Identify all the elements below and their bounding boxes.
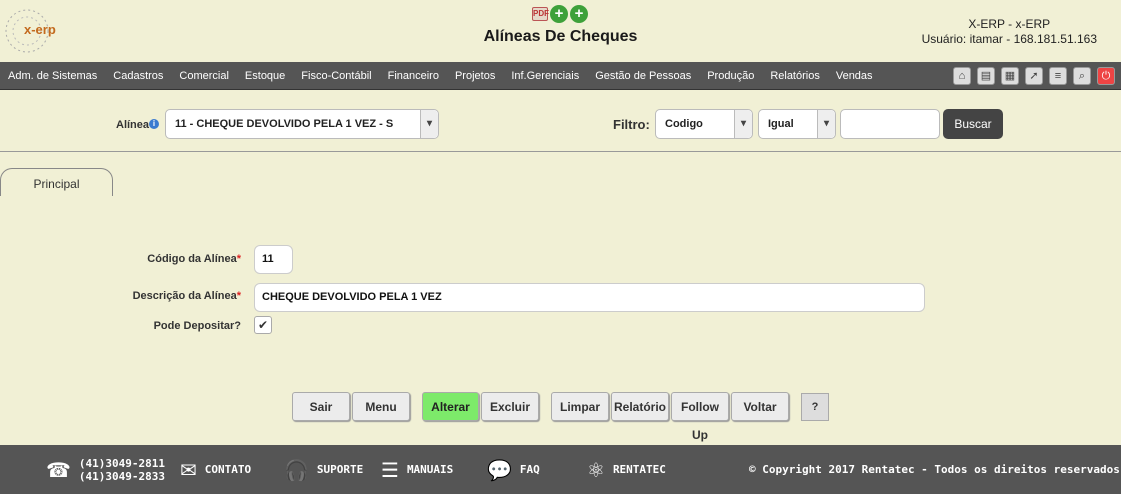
pode-depositar-checkbox[interactable]: ✔ xyxy=(254,316,272,334)
info-icon[interactable]: i xyxy=(149,119,160,129)
chevron-down-icon: ▾ xyxy=(817,110,835,138)
menu-item-estoque[interactable]: Estoque xyxy=(237,70,293,82)
filter-bar: Alínea i 11 - CHEQUE DEVOLVIDO PELA 1 VEZ… xyxy=(0,90,1121,152)
rentatec-label: RENTATEC xyxy=(612,463,666,476)
add-icon[interactable]: + xyxy=(570,5,588,23)
add-icon[interactable]: + xyxy=(550,5,568,23)
menu-item-inf-gerenciais[interactable]: Inf.Gerenciais xyxy=(503,70,587,82)
footer-contato[interactable]: ✉ CONTATO xyxy=(180,445,251,494)
alinea-select[interactable]: 11 - CHEQUE DEVOLVIDO PELA 1 VEZ - S ▾ xyxy=(165,109,439,139)
save-icon[interactable]: ▤ xyxy=(977,67,995,85)
limpar-button[interactable]: Limpar xyxy=(551,392,609,421)
export-icon[interactable]: ➚ xyxy=(1025,67,1043,85)
menu-item-financeiro[interactable]: Financeiro xyxy=(380,70,447,82)
pdf-icon[interactable]: PDF xyxy=(532,7,549,21)
system-name: X-ERP - x-ERP xyxy=(968,17,1051,31)
buscar-button[interactable]: Buscar xyxy=(943,109,1003,139)
voltar-button[interactable]: Voltar xyxy=(731,392,789,421)
headset-icon: 🎧 xyxy=(284,457,309,482)
phone-1: (41)3049-2811 xyxy=(78,456,166,470)
contato-label: CONTATO xyxy=(204,463,252,476)
suporte-label: SUPORTE xyxy=(316,463,364,476)
alinea-label: Alínea i xyxy=(116,119,160,131)
menu-item-fisco-contabil[interactable]: Fisco-Contábil xyxy=(293,70,379,82)
tab-principal[interactable]: Principal xyxy=(0,168,113,196)
footer-phones: ☎ (41)3049-2811 (41)3049-2833 xyxy=(46,445,165,494)
alterar-button[interactable]: Alterar xyxy=(422,392,479,421)
books-icon: ☰ xyxy=(381,457,399,482)
help-button[interactable]: ? xyxy=(801,393,829,421)
document-icon[interactable]: ≡ xyxy=(1049,67,1067,85)
sair-button[interactable]: Sair xyxy=(292,392,350,421)
power-icon[interactable]: ⏻ xyxy=(1097,67,1115,85)
envelope-icon: ✉ xyxy=(180,457,197,482)
user-line: Usuário: itamar - 168.181.51.163 xyxy=(921,32,1097,46)
faq-icon: 💬 xyxy=(487,457,512,482)
filter-field-value: Codigo xyxy=(665,118,703,130)
alinea-select-value: 11 - CHEQUE DEVOLVIDO PELA 1 VEZ - S xyxy=(175,118,394,130)
chevron-down-icon: ▾ xyxy=(420,110,438,138)
menu-button[interactable]: Menu xyxy=(352,392,410,421)
footer-manuais[interactable]: ☰ MANUAIS xyxy=(381,445,453,494)
filter-search-input[interactable] xyxy=(840,109,940,139)
filter-op-value: Igual xyxy=(768,118,794,130)
header: x-erp PDF + + Alíneas De Cheques X-ERP -… xyxy=(0,0,1121,62)
footer-faq[interactable]: 💬 FAQ xyxy=(487,445,540,494)
codigo-field[interactable]: 11 xyxy=(254,245,293,274)
footer: ☎ (41)3049-2811 (41)3049-2833 ✉ CONTATO 🎧… xyxy=(0,445,1121,494)
main-menu: Adm. de Sistemas Cadastros Comercial Est… xyxy=(0,62,1121,90)
menu-item-comercial[interactable]: Comercial xyxy=(171,70,237,82)
alinea-label-text: Alínea xyxy=(116,119,150,131)
codigo-label: Código da Alínea* xyxy=(147,253,241,265)
network-icon: ⚛ xyxy=(587,457,605,482)
descricao-label: Descrição da Alínea* xyxy=(133,290,241,302)
top-actions: PDF + + xyxy=(532,5,588,23)
required-mark: * xyxy=(236,290,241,302)
phone-icon: ☎ xyxy=(46,457,71,482)
relatorio-button[interactable]: Relatório xyxy=(611,392,669,421)
menu-item-cadastros[interactable]: Cadastros xyxy=(105,70,171,82)
menu-item-producao[interactable]: Produção xyxy=(699,70,762,82)
manuais-label: MANUAIS xyxy=(406,463,454,476)
filtro-label: Filtro: xyxy=(613,117,650,132)
footer-suporte[interactable]: 🎧 SUPORTE xyxy=(284,445,363,494)
excluir-button[interactable]: Excluir xyxy=(481,392,539,421)
chevron-down-icon: ▾ xyxy=(734,110,752,138)
home-icon[interactable]: ⌂ xyxy=(953,67,971,85)
follow-up-button[interactable]: Follow Up xyxy=(671,392,729,442)
search-icon[interactable]: ⌕ xyxy=(1073,67,1091,85)
user-info: X-ERP - x-ERP Usuário: itamar - 168.181.… xyxy=(922,17,1097,47)
faq-label: FAQ xyxy=(519,463,540,476)
filter-op-select[interactable]: Igual ▾ xyxy=(758,109,836,139)
descricao-label-text: Descrição da Alínea xyxy=(132,290,237,302)
menu-item-gestao-pessoas[interactable]: Gestão de Pessoas xyxy=(587,70,699,82)
menu-item-projetos[interactable]: Projetos xyxy=(447,70,503,82)
footer-rentatec[interactable]: ⚛ RENTATEC xyxy=(587,445,666,494)
phone-2: (41)3049-2833 xyxy=(78,469,166,483)
required-mark: * xyxy=(236,253,241,265)
descricao-field[interactable]: CHEQUE DEVOLVIDO PELA 1 VEZ xyxy=(254,283,925,312)
menu-item-adm-sistemas[interactable]: Adm. de Sistemas xyxy=(0,70,105,82)
copyright: © Copyright 2017 Rentatec - Todos os dir… xyxy=(749,463,1120,476)
codigo-label-text: Código da Alínea xyxy=(147,253,237,265)
menu-item-relatorios[interactable]: Relatórios xyxy=(762,70,828,82)
filter-field-select[interactable]: Codigo ▾ xyxy=(655,109,753,139)
menu-item-vendas[interactable]: Vendas xyxy=(828,70,881,82)
print-icon[interactable]: ▦ xyxy=(1001,67,1019,85)
pode-depositar-label: Pode Depositar? xyxy=(153,320,241,332)
